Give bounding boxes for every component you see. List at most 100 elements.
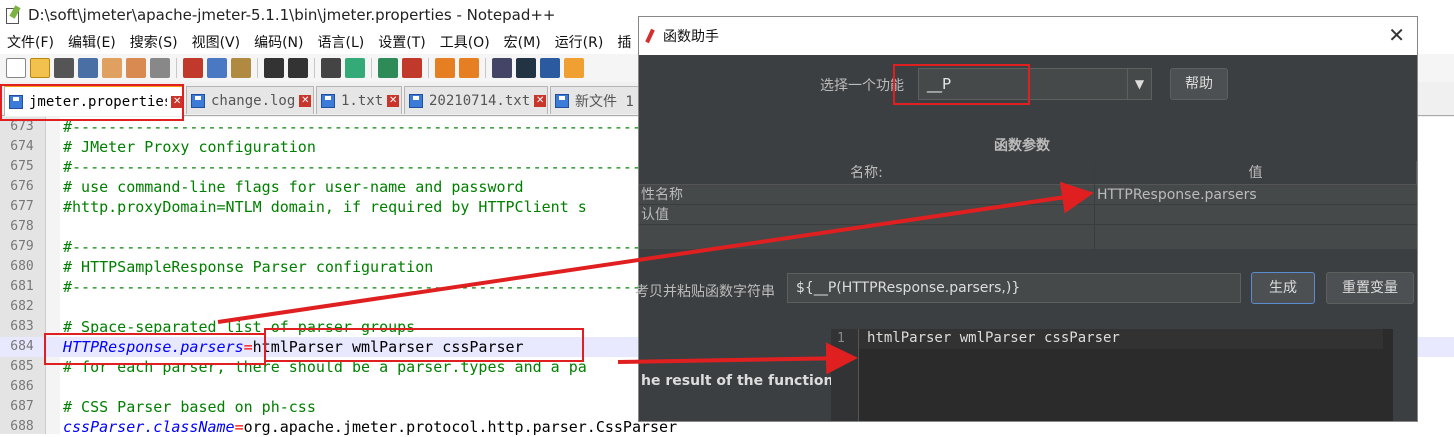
param-value-cell[interactable] [1097, 205, 1415, 225]
help-button[interactable]: 帮助 [1170, 68, 1228, 100]
line-number: 678 [10, 219, 34, 234]
tab-1-txt[interactable]: 1.txt ✕ [316, 86, 402, 114]
result-label: he result of the function is [641, 373, 852, 389]
close-tab-icon[interactable]: ✕ [387, 94, 400, 107]
column-header-name[interactable]: 名称: [639, 161, 1095, 185]
line-number: 679 [10, 239, 34, 254]
annotation-box-value [264, 328, 584, 362]
menu-tools[interactable]: 工具(O) [433, 32, 497, 52]
menu-view[interactable]: 视图(V) [185, 32, 248, 52]
close-file-icon[interactable] [102, 58, 122, 78]
line-number: 684 [10, 339, 34, 354]
line-number: 683 [10, 319, 34, 334]
tab-label: change.log [211, 92, 296, 109]
window-title: D:\soft\jmeter\apache-jmeter-5.1.1\bin\j… [28, 6, 556, 24]
close-icon[interactable]: ✕ [1388, 25, 1405, 45]
new-file-icon[interactable] [6, 58, 26, 78]
select-function-label: 选择一个功能 [820, 78, 904, 94]
replace-icon[interactable] [345, 58, 365, 78]
saved-file-icon [321, 93, 335, 108]
cut-icon[interactable] [183, 58, 203, 78]
toolbar-separator [257, 58, 258, 78]
zoom-in-icon[interactable] [378, 58, 398, 78]
menu-settings[interactable]: 设置(T) [371, 32, 432, 52]
comment-line: # CSS Parser based on ph-css [63, 398, 316, 416]
equals-sign: = [234, 418, 244, 436]
menu-plugins[interactable]: 插 [610, 32, 638, 52]
toolbar-separator [176, 58, 177, 78]
tab-label: 1.txt [341, 92, 384, 109]
notepad-app-icon [4, 6, 22, 24]
annotation-box-function [893, 64, 1030, 105]
indent-guide-icon[interactable] [540, 58, 560, 78]
generate-button[interactable]: 生成 [1251, 272, 1315, 304]
tab-new-file-1[interactable]: 新文件 1 [550, 86, 650, 114]
tab-change-log[interactable]: change.log ✕ [186, 86, 314, 114]
toolbar-separator [428, 58, 429, 78]
menu-encoding[interactable]: 编码(N) [247, 32, 310, 52]
open-folder-icon[interactable] [30, 58, 50, 78]
toolbar-separator [371, 58, 372, 78]
dialog-title-bar: 函数助手 ✕ [639, 17, 1417, 55]
save-all-icon[interactable] [78, 58, 98, 78]
dialog-title: 函数助手 [663, 29, 719, 45]
show-all-chars-icon[interactable] [516, 58, 536, 78]
annotation-box-key [44, 333, 266, 365]
line-number: 677 [10, 199, 34, 214]
menu-macro[interactable]: 宏(M) [497, 32, 548, 52]
paste-icon[interactable] [231, 58, 251, 78]
word-wrap-icon[interactable] [492, 58, 512, 78]
tab-label: 新文件 1 [575, 93, 634, 110]
save-icon[interactable] [54, 58, 74, 78]
table-row[interactable]: 性名称 HTTPResponse.parsers [639, 185, 1417, 205]
line-number: 676 [10, 179, 34, 194]
close-tab-icon[interactable]: ✕ [299, 94, 312, 107]
property-key: cssParser.className [63, 418, 235, 436]
function-params-heading: 函数参数 [994, 138, 1050, 154]
sync-horizontal-icon[interactable] [459, 58, 479, 78]
reset-variables-button[interactable]: 重置变量 [1326, 272, 1414, 304]
column-header-value[interactable]: 值 [1095, 161, 1417, 185]
chevron-down-icon[interactable]: ▼ [1127, 69, 1151, 99]
close-tab-icon[interactable]: ✕ [534, 94, 547, 107]
copy-icon[interactable] [207, 58, 227, 78]
find-icon[interactable] [321, 58, 341, 78]
saved-file-icon [191, 93, 205, 108]
saved-file-icon [409, 93, 423, 108]
doc-map-icon[interactable] [564, 58, 584, 78]
menu-search[interactable]: 搜索(S) [123, 32, 185, 52]
param-name-cell: 认值 [641, 207, 669, 223]
line-number: 685 [10, 359, 34, 374]
undo-icon[interactable] [264, 58, 284, 78]
result-text: htmlParser wmlParser cssParser [867, 330, 1120, 346]
close-all-icon[interactable] [126, 58, 146, 78]
sync-vertical-icon[interactable] [435, 58, 455, 78]
line-number: 687 [10, 399, 34, 414]
result-text-area[interactable]: 1 htmlParser wmlParser cssParser [831, 329, 1393, 421]
params-table: 名称: 值 性名称 HTTPResponse.parsers 认值 [639, 161, 1417, 249]
menu-language[interactable]: 语言(L) [311, 32, 372, 52]
line-number: 686 [10, 379, 34, 394]
param-value-cell[interactable]: HTTPResponse.parsers [1097, 185, 1415, 205]
column-divider [1094, 161, 1095, 249]
table-row[interactable]: 认值 [639, 205, 1417, 225]
zoom-out-icon[interactable] [402, 58, 422, 78]
saved-file-icon [555, 93, 569, 108]
line-number: 675 [10, 159, 34, 174]
copy-paste-label: 考贝并粘贴函数字符串 [635, 284, 775, 300]
comment-line: #http.proxyDomain=NTLM domain, if requir… [63, 198, 587, 216]
toolbar-separator [314, 58, 315, 78]
jmeter-feather-icon [643, 29, 657, 43]
tab-20210714-txt[interactable]: 20210714.txt ✕ [404, 86, 548, 114]
result-gutter: 1 [831, 329, 859, 421]
print-icon[interactable] [150, 58, 170, 78]
menu-file[interactable]: 文件(F) [0, 32, 61, 52]
result-line-number: 1 [837, 331, 845, 346]
menu-edit[interactable]: 编辑(E) [61, 32, 123, 52]
property-line: cssParser.className=org.apache.jmeter.pr… [63, 417, 677, 437]
function-string-field[interactable]: ${__P(HTTPResponse.parsers,)} [787, 273, 1241, 303]
param-name-cell: 性名称 [641, 187, 683, 203]
menu-run[interactable]: 运行(R) [548, 32, 611, 52]
annotation-box-tab [0, 84, 184, 121]
redo-icon[interactable] [288, 58, 308, 78]
